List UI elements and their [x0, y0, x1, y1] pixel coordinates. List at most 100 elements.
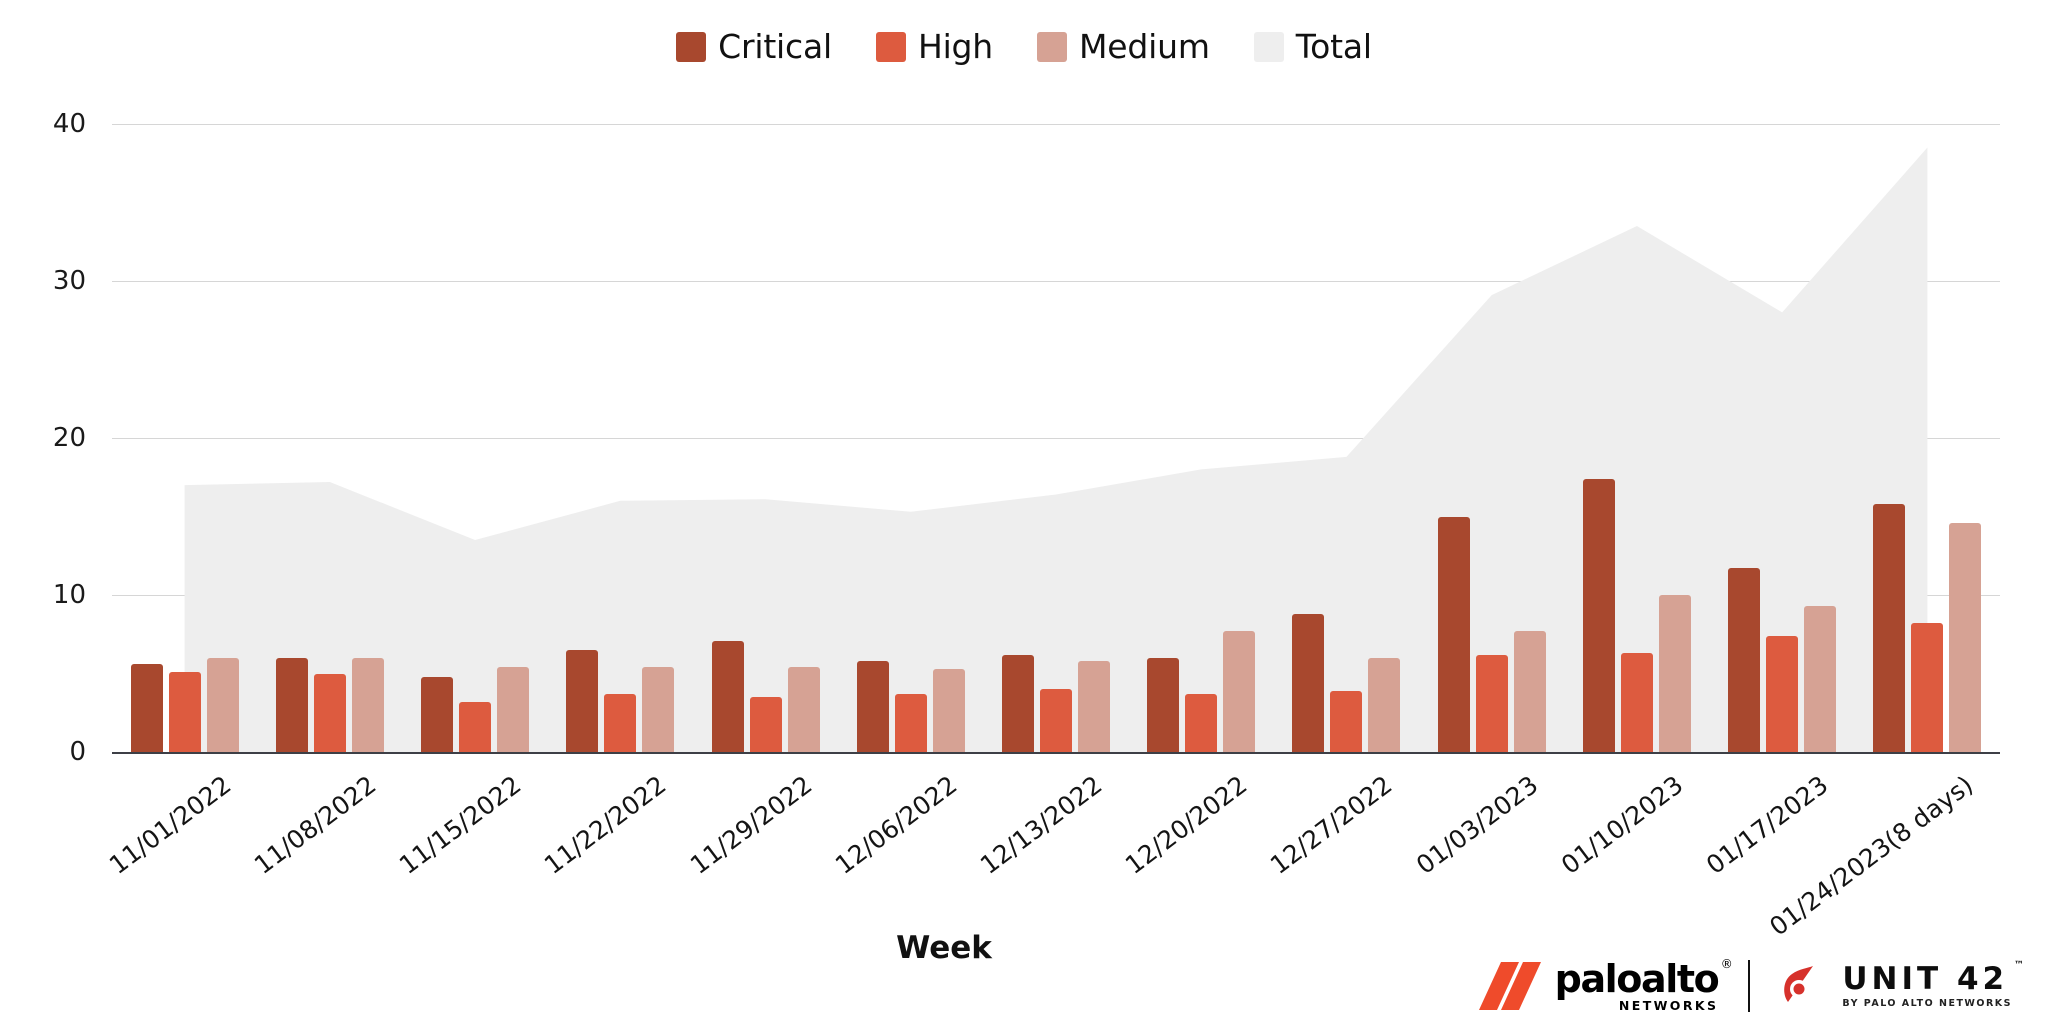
- bar-critical[interactable]: [1873, 503, 1906, 752]
- legend-item-medium[interactable]: Medium: [1037, 30, 1210, 63]
- bar-high[interactable]: [894, 693, 927, 752]
- bar-medium[interactable]: [1223, 631, 1256, 752]
- registered-trademark-icon: ®: [1720, 956, 1733, 971]
- logo-divider: [1748, 959, 1751, 1012]
- bar-critical[interactable]: [856, 660, 889, 752]
- legend-item-total[interactable]: Total: [1253, 27, 1372, 66]
- bar-medium[interactable]: [932, 668, 965, 752]
- bar-group: [856, 124, 965, 752]
- bar-critical[interactable]: [275, 657, 308, 752]
- bar-medium[interactable]: [206, 657, 239, 752]
- bar-critical[interactable]: [130, 664, 163, 752]
- bar-high[interactable]: [1911, 623, 1944, 752]
- bar-critical[interactable]: [1582, 478, 1615, 752]
- bar-group: [711, 124, 820, 752]
- bar-series-container: [112, 124, 2000, 752]
- y-axis-tick-30: 30: [52, 266, 86, 296]
- legend-label-high: High: [917, 27, 994, 66]
- bar-high[interactable]: [749, 697, 782, 752]
- x-axis-tick-label: 11/01/2022: [103, 770, 237, 880]
- bar-medium[interactable]: [1368, 657, 1401, 752]
- x-axis-tick-label: 11/08/2022: [248, 770, 382, 880]
- legend-label-total: Total: [1295, 27, 1372, 66]
- bar-medium[interactable]: [787, 667, 820, 752]
- unit42-mark-icon: [1784, 965, 1814, 1002]
- paloalto-mark-icon: [1478, 961, 1541, 1010]
- bar-high[interactable]: [168, 671, 201, 752]
- bar-critical[interactable]: [1728, 568, 1761, 752]
- x-axis-tick-label: 11/15/2022: [393, 770, 527, 880]
- y-axis-tick-20: 20: [52, 423, 86, 453]
- x-axis-tick-label: 01/03/2023: [1410, 770, 1544, 880]
- x-axis-tick-label: 12/20/2022: [1120, 770, 1253, 880]
- bar-medium[interactable]: [1513, 631, 1546, 752]
- legend-swatch-medium-icon: [1037, 31, 1068, 62]
- legend-swatch-total-icon: [1253, 31, 1284, 62]
- x-axis-tick-label: 12/13/2022: [974, 770, 1108, 880]
- bar-group: [1873, 124, 1982, 752]
- bar-critical[interactable]: [1147, 657, 1180, 752]
- bar-high[interactable]: [1185, 693, 1218, 752]
- bar-group: [1002, 124, 1110, 752]
- trademark-icon: ™: [2014, 959, 2024, 971]
- paloalto-subtitle: NETWORKS: [1618, 997, 1719, 1013]
- x-axis-tick-label: 01/17/2023: [1701, 770, 1834, 880]
- x-axis-tick-label: 11/29/2022: [684, 770, 817, 880]
- bar-high[interactable]: [1620, 653, 1653, 752]
- paloalto-wordmark-text: paloalto: [1554, 956, 1720, 1001]
- bar-group: [1582, 124, 1691, 752]
- bar-high[interactable]: [604, 693, 637, 752]
- bar-critical[interactable]: [1002, 654, 1034, 752]
- footer-logos: paloalto ® NETWORKS UNIT 42 ™ BY PALO ALTO…: [1478, 956, 2024, 1013]
- bar-medium[interactable]: [351, 657, 384, 752]
- legend-label-medium: Medium: [1079, 27, 1210, 66]
- legend-swatch-critical-icon: [676, 31, 707, 62]
- x-axis-tick-label: 12/27/2022: [1265, 770, 1398, 880]
- bar-high[interactable]: [1766, 635, 1799, 752]
- bar-group: [566, 124, 675, 752]
- bar-high[interactable]: [1040, 689, 1072, 752]
- unit42-wordmark: UNIT 42 ™: [1842, 960, 2024, 997]
- paloalto-networks-logo: paloalto ® NETWORKS: [1478, 956, 1733, 1013]
- unit42-wordmark-text: UNIT 42: [1842, 960, 2009, 997]
- bar-critical[interactable]: [1437, 516, 1470, 752]
- bar-medium[interactable]: [1804, 606, 1837, 752]
- bar-medium[interactable]: [1658, 595, 1691, 752]
- bar-high[interactable]: [313, 673, 346, 752]
- bar-critical[interactable]: [711, 640, 744, 752]
- bar-medium[interactable]: [1949, 522, 1982, 752]
- x-axis-tick-label: 12/06/2022: [829, 770, 963, 880]
- bar-critical[interactable]: [1292, 613, 1325, 752]
- y-axis-tick-40: 40: [52, 109, 86, 139]
- y-axis-tick-labels: 0 10 20 30 40: [0, 109, 102, 767]
- x-axis-tick-labels: 11/01/2022 11/08/2022 11/15/2022 11/22/2022…: [104, 752, 2000, 941]
- bar-group: [275, 124, 384, 752]
- y-axis-tick-0: 0: [69, 737, 86, 767]
- bar-group: [1728, 124, 1837, 752]
- bar-group: [130, 124, 239, 752]
- bar-high[interactable]: [1330, 690, 1363, 752]
- x-axis-tick-label: 01/10/2023: [1555, 770, 1689, 880]
- bar-critical[interactable]: [566, 649, 599, 752]
- legend-label-critical: Critical: [718, 27, 832, 66]
- paloalto-wordmark: paloalto ®: [1554, 956, 1733, 1001]
- bar-medium[interactable]: [1078, 660, 1110, 752]
- legend-item-critical[interactable]: Critical: [676, 30, 832, 63]
- unit42-subtitle: BY PALO ALTO NETWORKS: [1842, 997, 2012, 1009]
- plot-area: [112, 124, 2000, 754]
- bar-group: [421, 124, 530, 752]
- legend-swatch-high-icon: [875, 31, 906, 62]
- unit42-logo: UNIT 42 ™ BY PALO ALTO NETWORKS: [1780, 960, 2024, 1010]
- bar-group: [1437, 124, 1546, 752]
- y-axis-tick-10: 10: [52, 580, 86, 610]
- bar-high[interactable]: [459, 701, 492, 752]
- bar-high[interactable]: [1475, 654, 1508, 752]
- bar-medium[interactable]: [642, 667, 675, 752]
- bar-critical[interactable]: [421, 676, 454, 752]
- bar-group: [1292, 124, 1401, 752]
- bar-group: [1147, 124, 1256, 752]
- bar-medium[interactable]: [497, 667, 530, 752]
- legend-item-high[interactable]: High: [875, 27, 994, 66]
- chart-legend: Critical High Medium Total: [0, 30, 2048, 63]
- x-axis-tick-label: 11/22/2022: [539, 770, 672, 880]
